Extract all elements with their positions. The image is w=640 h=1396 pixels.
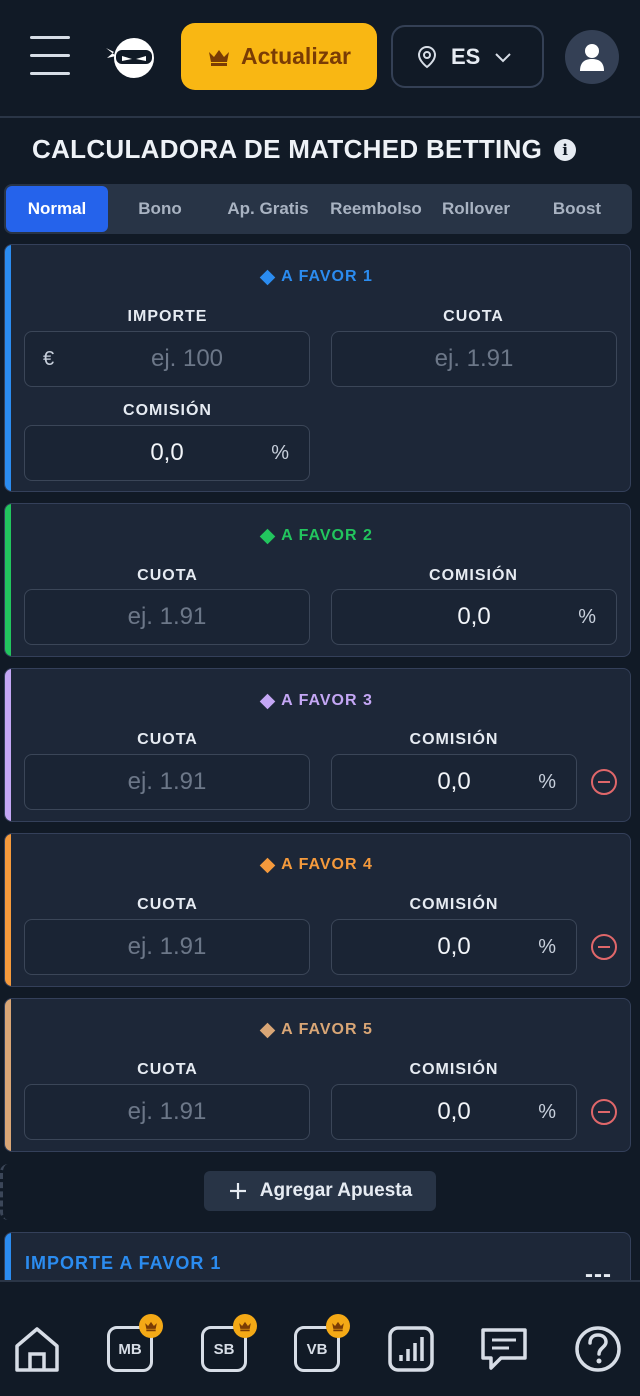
diamond-icon — [259, 857, 276, 873]
plus-icon — [229, 1183, 246, 1199]
bet-card-title: A FAVOR 1 — [5, 268, 630, 286]
cuota-label: CUOTA — [137, 1061, 198, 1078]
cuota-placeholder: ej. 1.91 — [127, 603, 207, 630]
tab-reembolso[interactable]: Reembolso — [324, 186, 428, 232]
percent-suffix: % — [538, 770, 556, 793]
remove-bet-icon[interactable] — [590, 933, 618, 961]
bet-card-3: A FAVOR 3 CUOTA COMISIÓN ej. 1.91 0,0 % — [4, 668, 631, 822]
page-title: CALCULADORA DE MATCHED BETTING i — [32, 134, 577, 165]
tab-bono[interactable]: Bono — [108, 186, 212, 232]
diamond-icon — [259, 1022, 276, 1038]
upgrade-button[interactable]: Actualizar — [181, 23, 377, 90]
tab-rollover[interactable]: Rollover — [428, 186, 524, 232]
nav-vb[interactable]: VB — [290, 1314, 350, 1376]
user-avatar-button[interactable] — [565, 30, 619, 84]
bar-chart-icon — [388, 1326, 434, 1372]
importe-label: IMPORTE — [127, 308, 208, 325]
cuota-label: CUOTA — [443, 308, 504, 325]
tab-ap-gratis[interactable]: Ap. Gratis — [212, 186, 324, 232]
importe-placeholder: ej. 100 — [150, 345, 224, 372]
bet-card-4: A FAVOR 4 CUOTA COMISIÓN ej. 1.91 0,0 % — [4, 833, 631, 987]
menu-icon[interactable] — [30, 36, 72, 76]
comision-value: 0,0 — [437, 768, 471, 795]
comision-input[interactable]: 0,0 % — [24, 425, 310, 481]
cuota-input[interactable]: ej. 1.91 — [24, 1084, 310, 1140]
cuota-placeholder: ej. 1.91 — [434, 345, 514, 372]
comision-label: COMISIÓN — [409, 896, 499, 913]
crown-icon — [233, 1314, 257, 1338]
language-selector[interactable]: ES — [391, 25, 544, 88]
comision-value: 0,0 — [457, 603, 491, 630]
tab-normal[interactable]: Normal — [6, 186, 108, 232]
bet-card-title: A FAVOR 3 — [5, 692, 630, 710]
add-bet-button[interactable]: Agregar Apuesta — [204, 1171, 436, 1211]
home-icon — [15, 1327, 59, 1372]
upgrade-label: Actualizar — [241, 43, 351, 69]
ninja-logo-icon[interactable] — [104, 34, 158, 82]
nav-help[interactable] — [571, 1322, 625, 1376]
percent-suffix: % — [538, 935, 556, 958]
comision-label: COMISIÓN — [409, 1061, 499, 1078]
comision-input[interactable]: 0,0 % — [331, 919, 577, 975]
cuota-label: CUOTA — [137, 731, 198, 748]
euro-prefix: € — [43, 347, 55, 370]
comision-label: COMISIÓN — [429, 567, 518, 584]
calculator-tabs: Normal Bono Ap. Gratis Reembolso Rollove… — [4, 184, 632, 234]
nav-sb[interactable]: SB — [197, 1314, 257, 1376]
nav-stats[interactable] — [384, 1322, 438, 1376]
result-label: IMPORTE A FAVOR 1 — [25, 1253, 222, 1273]
percent-suffix: % — [578, 605, 596, 628]
importe-input[interactable]: € ej. 100 — [24, 331, 310, 387]
help-icon — [575, 1326, 621, 1372]
bet-card-title: A FAVOR 2 — [5, 527, 630, 545]
comision-value: 0,0 — [437, 933, 471, 960]
nav-mb[interactable]: MB — [103, 1314, 163, 1376]
tab-boost[interactable]: Boost — [524, 186, 630, 232]
add-bet-placeholder-edge — [0, 1164, 8, 1220]
percent-suffix: % — [538, 1100, 556, 1123]
nav-home[interactable] — [10, 1322, 64, 1376]
bet-card-title: A FAVOR 5 — [5, 1021, 630, 1039]
bet-card-2: A FAVOR 2 CUOTA COMISIÓN ej. 1.91 0,0 % — [4, 503, 631, 657]
crown-icon — [326, 1314, 350, 1338]
crown-icon — [139, 1314, 163, 1338]
comision-input[interactable]: 0,0 % — [331, 754, 577, 810]
bet-card-1: A FAVOR 1 IMPORTE CUOTA € ej. 100 ej. 1.… — [4, 244, 631, 492]
cuota-placeholder: ej. 1.91 — [127, 768, 207, 795]
user-icon — [580, 44, 604, 71]
comision-label: COMISIÓN — [409, 731, 499, 748]
cuota-input[interactable]: ej. 1.91 — [24, 919, 310, 975]
bet-card-title: A FAVOR 4 — [5, 856, 630, 874]
cuota-placeholder: ej. 1.91 — [127, 1098, 207, 1125]
comision-input[interactable]: 0,0 % — [331, 1084, 577, 1140]
nav-messages[interactable] — [477, 1322, 531, 1376]
comision-input[interactable]: 0,0 % — [331, 589, 617, 645]
percent-suffix: % — [271, 441, 289, 464]
cuota-input[interactable]: ej. 1.91 — [24, 754, 310, 810]
chat-icon — [481, 1328, 527, 1370]
language-code: ES — [451, 43, 481, 69]
cuota-placeholder: ej. 1.91 — [127, 933, 207, 960]
diamond-icon — [259, 269, 276, 285]
page-title-text: CALCULADORA DE MATCHED BETTING — [32, 134, 543, 164]
bet-card-5: A FAVOR 5 CUOTA COMISIÓN ej. 1.91 0,0 % — [4, 998, 631, 1152]
cuota-input[interactable]: ej. 1.91 — [331, 331, 617, 387]
crown-icon — [209, 49, 230, 66]
remove-bet-icon[interactable] — [590, 1098, 618, 1126]
add-bet-label: Agregar Apuesta — [259, 1180, 413, 1201]
cuota-label: CUOTA — [137, 567, 198, 584]
bottom-navigation: MB SB VB — [0, 1280, 640, 1396]
top-header: Actualizar ES — [0, 0, 640, 118]
diamond-icon — [259, 528, 276, 544]
cuota-label: CUOTA — [137, 896, 198, 913]
location-pin-icon — [417, 45, 437, 68]
remove-bet-icon[interactable] — [590, 768, 618, 796]
comision-value: 0,0 — [437, 1098, 471, 1125]
chevron-down-icon — [495, 52, 512, 62]
diamond-icon — [259, 693, 276, 709]
comision-label: COMISIÓN — [123, 402, 212, 419]
comision-value: 0,0 — [150, 439, 184, 466]
cuota-input[interactable]: ej. 1.91 — [24, 589, 310, 645]
info-icon[interactable]: i — [554, 138, 577, 161]
